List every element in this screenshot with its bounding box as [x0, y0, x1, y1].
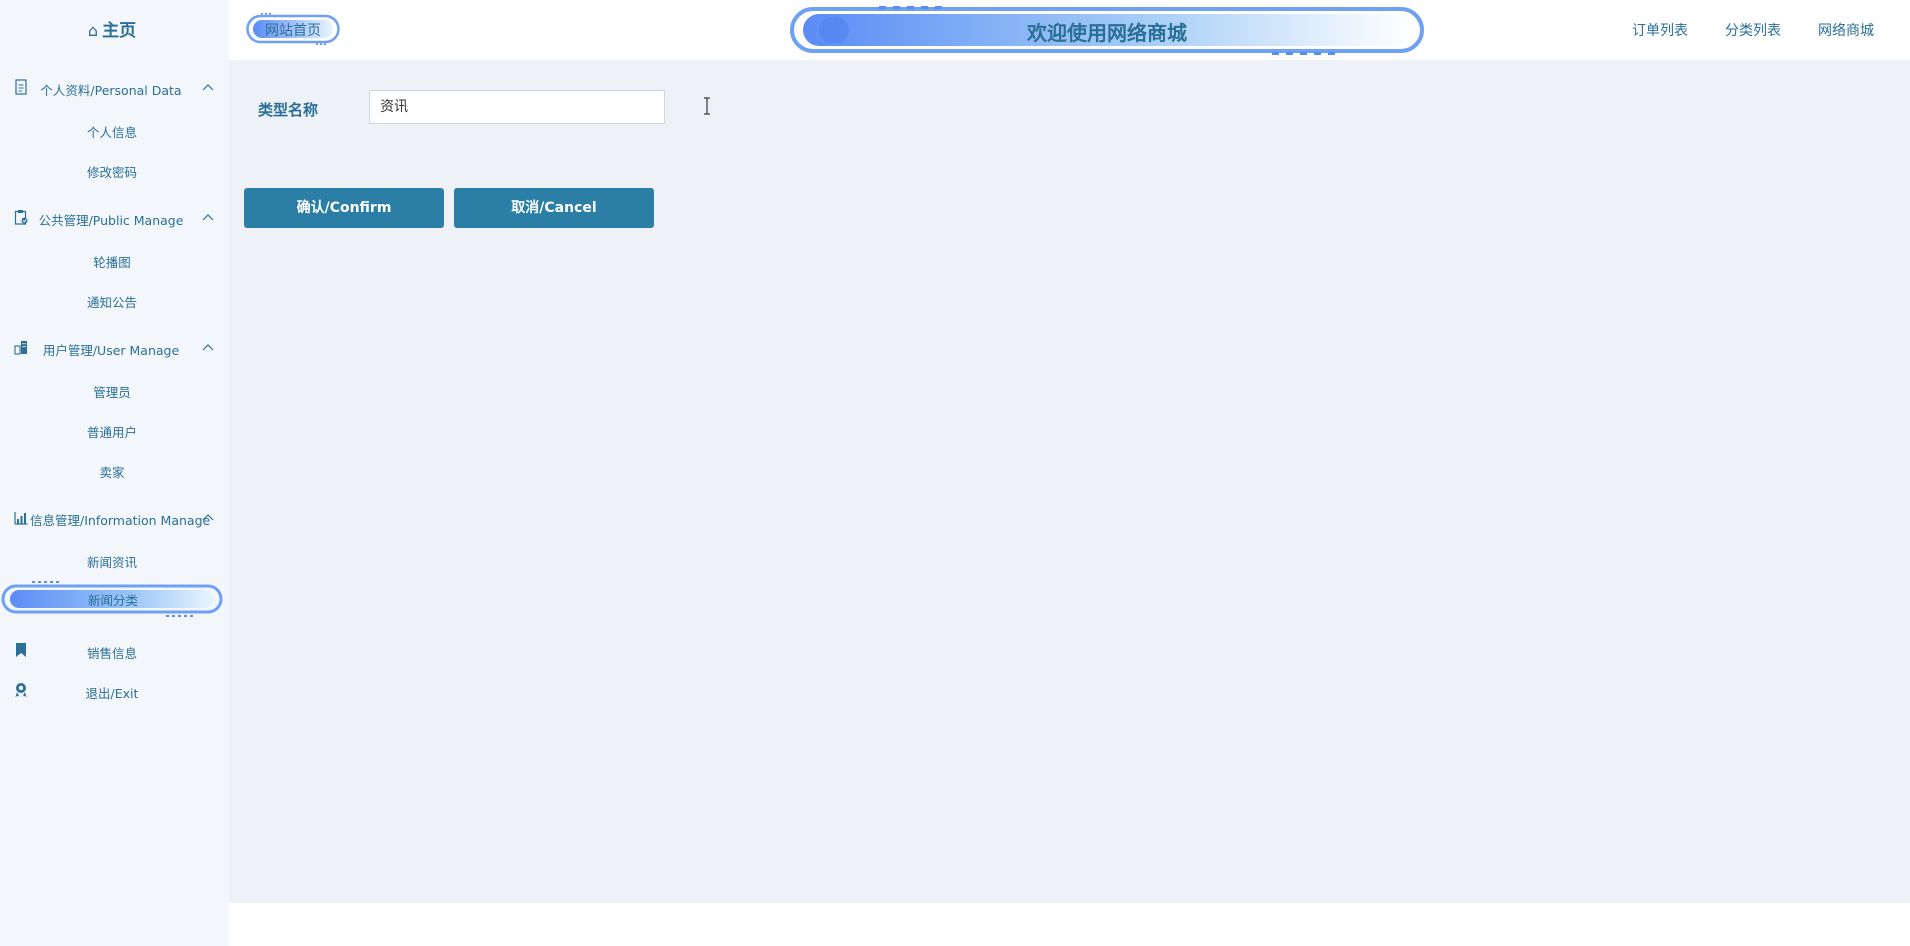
sidebar-group-information-manage[interactable]: 信息管理/Information Manage: [0, 506, 229, 534]
sidebar-group-title: 个人资料/Personal Data: [40, 83, 182, 98]
sidebar-group-title: 用户管理/User Manage: [42, 343, 180, 358]
chevron-up-icon: [202, 344, 214, 351]
page-title: 欢迎使用网络商城: [1027, 21, 1187, 45]
sidebar-item-label: 销售信息: [86, 646, 137, 661]
sidebar-item-personal-info[interactable]: 个人信息: [0, 122, 224, 141]
home-label: 主页: [102, 21, 137, 41]
sidebar-item-label: 新闻分类: [87, 593, 138, 608]
sidebar-item-exit[interactable]: 退出/Exit: [0, 681, 229, 705]
nav-link-orders[interactable]: 订单列表: [1632, 20, 1688, 40]
sidebar-item-news-category[interactable]: 新闻分类: [1, 581, 223, 617]
sidebar-group-title: 公共管理/Public Manage: [38, 213, 184, 228]
confirm-button[interactable]: 确认/Confirm: [244, 188, 444, 228]
building-icon: [14, 341, 27, 355]
sidebar-group-personal-data[interactable]: 个人资料/Personal Data: [0, 76, 229, 104]
chevron-up-icon: [202, 84, 214, 91]
sidebar-group-title: 信息管理/Information Manage: [30, 513, 211, 528]
bar-chart-icon: [14, 512, 28, 525]
main-content: 类型名称 确认/Confirm 取消/Cancel: [229, 60, 1910, 903]
sidebar-item-carousel[interactable]: 轮播图: [0, 252, 224, 271]
sidebar-item-sales[interactable]: 销售信息: [0, 641, 229, 665]
top-nav: 订单列表 分类列表 网络商城: [1595, 20, 1874, 40]
sidebar-item-news[interactable]: 新闻资讯: [0, 552, 224, 571]
site-home-badge[interactable]: 网站首页: [246, 12, 340, 46]
chevron-up-icon: [202, 214, 214, 221]
clipboard-icon: [14, 210, 28, 225]
sidebar-item-change-password[interactable]: 修改密码: [0, 162, 224, 181]
type-name-label: 类型名称: [258, 101, 319, 119]
document-icon: [15, 79, 27, 95]
nav-link-categories[interactable]: 分类列表: [1725, 20, 1781, 40]
top-bar: 网站首页 欢迎使用网络商城 订单列表 分类列表 网络商城: [229, 0, 1910, 60]
welcome-banner: 欢迎使用网络商城: [789, 3, 1425, 57]
text-cursor-icon: [704, 97, 710, 115]
sidebar-item-admins[interactable]: 管理员: [0, 382, 224, 401]
home-icon: ⌂: [87, 21, 99, 40]
sidebar: ⌂ 主页 个人资料/Personal Data 个人信息 修改密码 公共管理/Pu…: [0, 0, 229, 946]
sidebar-item-label: 退出/Exit: [85, 686, 139, 701]
home-link[interactable]: ⌂ 主页: [0, 16, 224, 41]
chevron-up-icon: [202, 514, 214, 521]
sidebar-group-user-manage[interactable]: 用户管理/User Manage: [0, 336, 229, 364]
sidebar-group-public-manage[interactable]: 公共管理/Public Manage: [0, 206, 229, 234]
type-name-input[interactable]: [369, 90, 665, 124]
sidebar-item-sellers[interactable]: 卖家: [0, 462, 224, 481]
badge-label: 网站首页: [265, 23, 321, 39]
sidebar-item-notices[interactable]: 通知公告: [0, 292, 224, 311]
nav-link-shop[interactable]: 网络商城: [1818, 20, 1874, 40]
cancel-button[interactable]: 取消/Cancel: [454, 188, 654, 228]
sidebar-item-users[interactable]: 普通用户: [0, 422, 224, 441]
